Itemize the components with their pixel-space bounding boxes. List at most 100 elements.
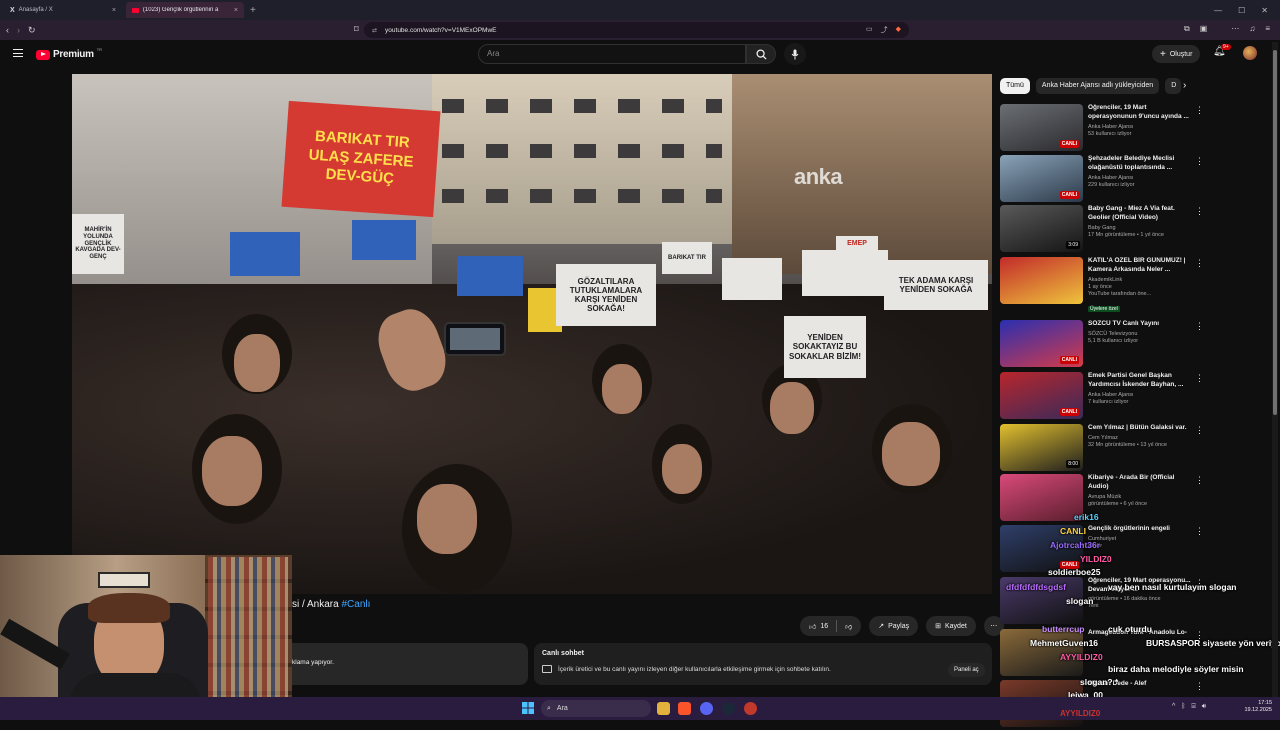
more-options-icon[interactable]: ⋮ — [1195, 526, 1204, 537]
brave-browser-icon[interactable] — [678, 702, 691, 715]
video-title[interactable]: KATIL'A ÖZEL BİR GÜNÜMÜZ! | Kamera Arkas… — [1088, 257, 1192, 275]
video-thumbnail[interactable]: CANLI — [1000, 372, 1083, 419]
channel-name[interactable]: Avrupa Müzik — [1088, 494, 1192, 500]
cast-icon[interactable]: ▭ — [866, 25, 873, 35]
browser-menu-icon[interactable]: ≡ — [1265, 24, 1270, 34]
recommended-video[interactable]: 8:00 Cem Yılmaz | Bütün Galaksi var. Cem Y… — [1000, 424, 1206, 474]
reload-icon[interactable]: ↻ — [28, 25, 36, 36]
video-thumbnail[interactable] — [1000, 474, 1083, 521]
bookmark-icon[interactable]: ⌑ — [354, 24, 359, 35]
video-title[interactable]: Kibariye - Arada Bir (Official Audio) — [1088, 474, 1192, 492]
obs-icon[interactable] — [744, 702, 757, 715]
share-page-icon[interactable]: ⤴ — [881, 25, 888, 35]
music-icon[interactable]: ♫ — [1249, 24, 1255, 34]
description-box[interactable]: klama yapıyor. — [292, 643, 528, 685]
taskbar-clock[interactable]: 17:15 19.12.2025 — [1242, 700, 1272, 714]
channel-name[interactable]: Baby Gang — [1088, 225, 1192, 231]
forward-icon[interactable]: › — [17, 25, 20, 35]
menu-dots-icon[interactable]: ⋯ — [1231, 24, 1239, 34]
close-tab-icon[interactable]: × — [112, 7, 116, 14]
site-settings-icon[interactable]: ⇄ — [372, 27, 377, 34]
create-button[interactable]: + Oluştur — [1152, 45, 1201, 63]
recommended-video[interactable]: KATIL'A ÖZEL BİR GÜNÜMÜZ! | Kamera Arkas… — [1000, 257, 1206, 312]
voice-search-button[interactable] — [784, 43, 806, 65]
chevron-up-icon[interactable]: ^ — [1172, 703, 1175, 711]
live-badge: CANLI — [1059, 356, 1079, 364]
channel-name[interactable]: Anka Haber Ajansı — [1088, 175, 1192, 181]
recommended-video[interactable]: Kibariye - Arada Bir (Official Audio) Avr… — [1000, 474, 1206, 524]
channel-name[interactable]: AkademikLink — [1088, 277, 1192, 283]
more-options-icon[interactable]: ⋮ — [1195, 206, 1204, 217]
more-options-icon[interactable]: ⋮ — [1195, 156, 1204, 167]
back-icon[interactable]: ‹ — [6, 25, 9, 35]
youtube-premium-logo[interactable]: Premium TR — [36, 47, 102, 60]
video-thumbnail[interactable]: CANLI — [1000, 155, 1083, 202]
share-button[interactable]: ↗ Paylaş — [869, 616, 919, 636]
video-title[interactable]: Baby Gang - Miez A Via feat. Geolier (Of… — [1088, 205, 1192, 223]
recommended-video[interactable]: 3:09 Baby Gang - Miez A Via feat. Geolier… — [1000, 205, 1206, 255]
file-explorer-icon[interactable] — [657, 702, 670, 715]
video-thumbnail[interactable]: CANLI — [1000, 104, 1083, 151]
video-title[interactable]: Gençlik örgütlerinin engeli — [1088, 525, 1192, 534]
more-options-icon[interactable]: ⋮ — [1195, 681, 1204, 692]
browser-tab[interactable]: X Anasayfa / X × — [4, 2, 122, 18]
close-window-icon[interactable]: ✕ — [1261, 6, 1268, 15]
windows-start-icon[interactable] — [522, 702, 534, 714]
video-thumbnail[interactable]: CANLI — [1000, 320, 1083, 367]
address-bar[interactable]: ⇄ youtube.com/watch?v=V1MExOPMwE ▭ ⤴ ◆ — [364, 22, 909, 38]
chip-all[interactable]: Tümü — [1000, 78, 1030, 94]
account-avatar[interactable] — [1243, 46, 1257, 60]
search-input[interactable]: Ara — [478, 44, 746, 64]
channel-name[interactable]: Anka Haber Ajansı — [1088, 124, 1192, 130]
network-icon[interactable]: ⌸ — [1192, 703, 1196, 711]
video-thumbnail[interactable]: 3:09 — [1000, 205, 1083, 252]
close-tab-icon[interactable]: × — [234, 7, 238, 14]
channel-name[interactable]: Anka Haber Ajansı — [1088, 392, 1192, 398]
channel-name[interactable]: Cumhuriyet — [1088, 536, 1192, 542]
chevron-right-icon[interactable]: › — [1183, 80, 1186, 91]
video-title[interactable]: Şehzadeler Belediye Meclisi olağanüstü t… — [1088, 155, 1192, 173]
recommended-video[interactable]: CANLI Şehzadeler Belediye Meclisi olağanü… — [1000, 155, 1206, 205]
steam-icon[interactable] — [722, 702, 735, 715]
save-button[interactable]: ⊞ Kaydet — [926, 616, 976, 636]
video-title[interactable]: Öğrenciler, 19 Mart operasyonunun 9'uncu… — [1088, 104, 1192, 122]
new-tab-icon[interactable]: + — [250, 5, 256, 16]
maximize-icon[interactable]: ☐ — [1238, 6, 1245, 15]
channel-name[interactable]: SÖZCÜ Televizyonu — [1088, 331, 1192, 337]
scrollbar-thumb[interactable] — [1273, 50, 1277, 415]
hamburger-menu-icon[interactable] — [13, 49, 23, 57]
channel-name[interactable]: Cem Yılmaz — [1088, 435, 1192, 441]
volume-icon[interactable]: 🔊︎ — [1202, 703, 1206, 711]
thumbs-up-icon[interactable]: 👍︎ — [809, 622, 816, 631]
wallet-icon[interactable]: ▣ — [1200, 24, 1208, 34]
video-title[interactable]: Emek Partisi Genel Başkan Yardımcısı İsk… — [1088, 372, 1192, 390]
recommended-video[interactable]: CANLI Gençlik örgütlerinin engeli Cumhuriy… — [1000, 525, 1206, 575]
brave-shield-icon[interactable]: ◆ — [896, 25, 901, 35]
more-options-icon[interactable]: ⋮ — [1195, 425, 1204, 436]
video-title[interactable]: Cem Yılmaz | Bütün Galaksi var. — [1088, 424, 1192, 433]
more-options-icon[interactable]: ⋮ — [1195, 373, 1204, 384]
video-player[interactable]: BARIKAT TIR ULAŞ ZAFERE DEV-GÜÇ MAHİR'İN… — [72, 74, 992, 594]
video-title[interactable]: SÖZCÜ TV Canlı Yayını — [1088, 320, 1192, 329]
extensions-icon[interactable]: ⧉ — [1184, 24, 1190, 34]
hashtag-link[interactable]: #Canlı — [341, 599, 370, 610]
taskbar-search[interactable]: ⌕ Ara — [541, 700, 651, 717]
more-options-icon[interactable]: ⋮ — [1195, 321, 1204, 332]
discord-icon[interactable] — [700, 702, 713, 715]
bluetooth-icon[interactable]: ᛒ — [1181, 703, 1185, 711]
search-button[interactable] — [746, 44, 776, 64]
chip-more[interactable]: D — [1165, 78, 1182, 94]
open-chat-button[interactable]: Paneli aç — [948, 663, 985, 677]
more-options-icon[interactable]: ⋮ — [1195, 475, 1204, 486]
recommended-video[interactable]: CANLI Öğrenciler, 19 Mart operasyonunun 9… — [1000, 104, 1206, 154]
video-thumbnail[interactable] — [1000, 257, 1083, 304]
more-options-icon[interactable]: ⋮ — [1195, 105, 1204, 116]
browser-tab-active[interactable]: (1023) Gençlik örgütlerinin a × — [126, 2, 244, 18]
chip-uploader[interactable]: Anka Haber Ajansı adlı yükleyiciden — [1035, 78, 1160, 94]
thumbs-down-icon[interactable]: 👎︎ — [845, 622, 852, 631]
recommended-video[interactable]: CANLI SÖZCÜ TV Canlı Yayını SÖZCÜ Televizy… — [1000, 320, 1206, 370]
video-thumbnail[interactable]: 8:00 — [1000, 424, 1083, 471]
minimize-icon[interactable]: — — [1214, 6, 1222, 15]
more-options-icon[interactable]: ⋮ — [1195, 258, 1204, 269]
recommended-video[interactable]: CANLI Emek Partisi Genel Başkan Yardımcıs… — [1000, 372, 1206, 422]
